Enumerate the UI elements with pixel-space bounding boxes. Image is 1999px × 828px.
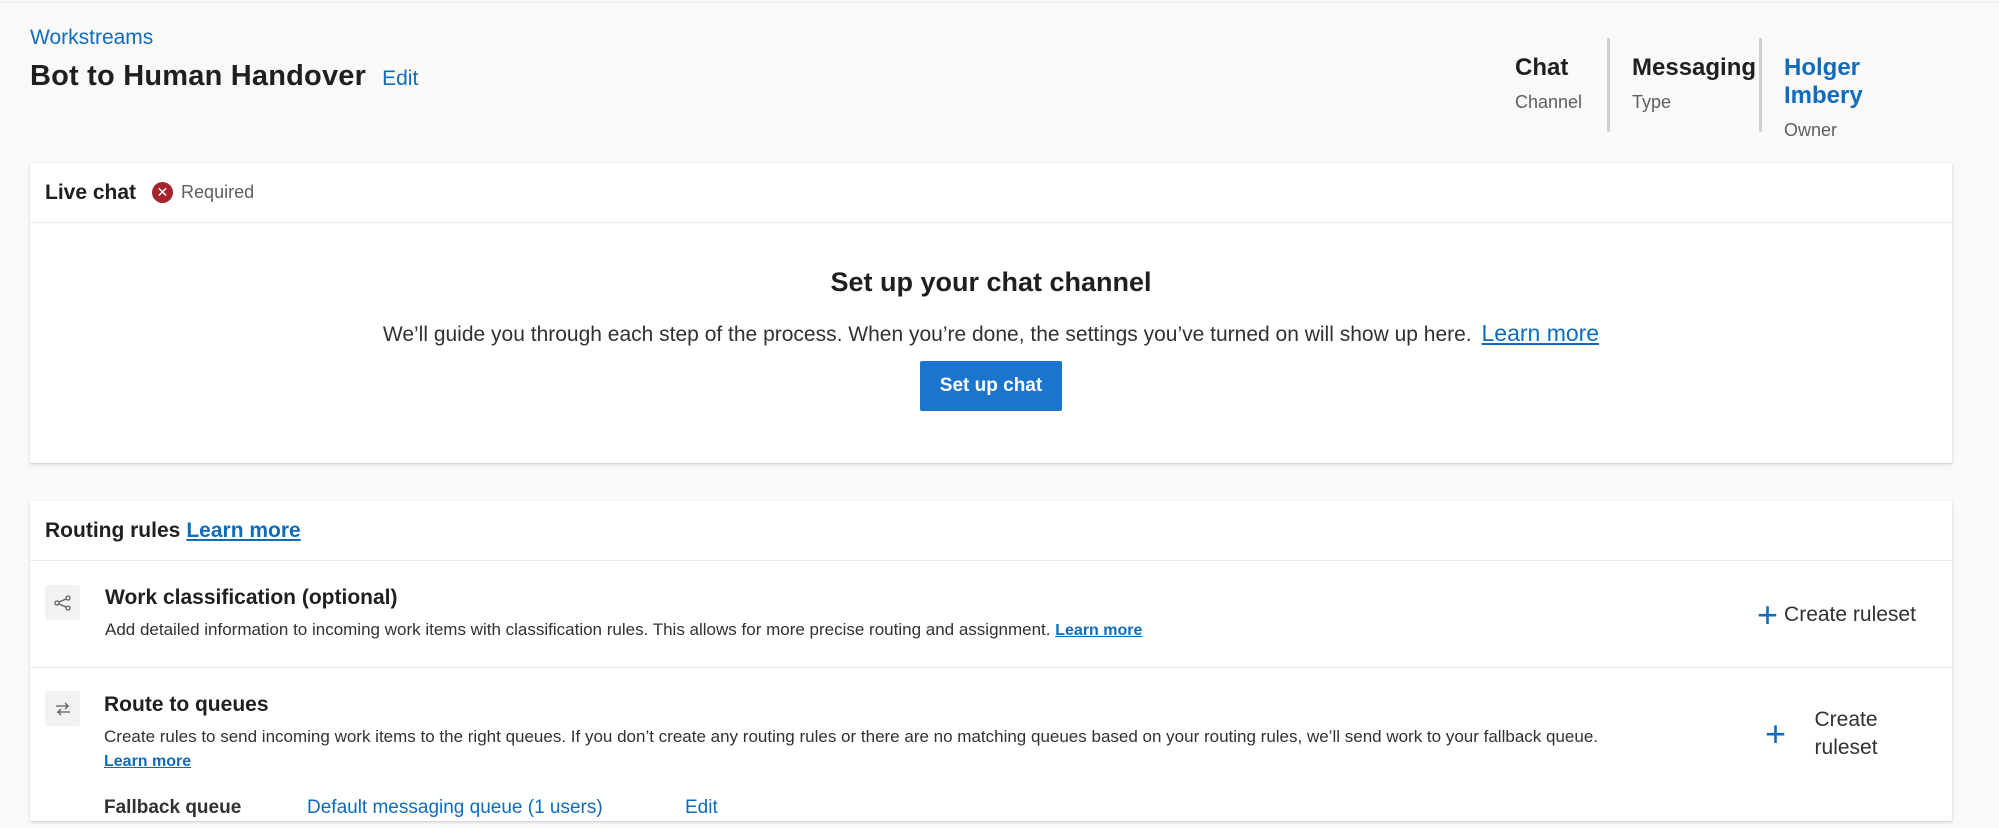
setup-learn-more-link[interactable]: Learn more [1481, 320, 1599, 346]
route-to-queues-row: Route to queues Create rules to send inc… [30, 668, 1952, 828]
routing-learn-more-link[interactable]: Learn more [186, 519, 300, 543]
top-border [0, 0, 1999, 3]
meta-type: Messaging Type [1607, 38, 1759, 132]
setup-title: Set up your chat channel [830, 267, 1152, 297]
work-classification-desc: Add detailed information to incoming wor… [105, 618, 1142, 643]
routing-rules-card: Routing rules Learn more Work classifica… [30, 501, 1952, 821]
setup-chat-button[interactable]: Set up chat [920, 361, 1062, 411]
meta-type-value: Messaging [1632, 54, 1757, 81]
live-chat-header: Live chat ✕ Required [30, 163, 1952, 223]
setup-desc-text: We’ll guide you through each step of the… [382, 323, 1472, 346]
meta-owner: Holger Imbery Owner [1759, 38, 1959, 140]
route-to-queues-title: Route to queues [104, 693, 269, 716]
error-x-icon: ✕ [152, 182, 174, 203]
page-title: Bot to Human Handover [30, 60, 367, 92]
create-ruleset-button-classification[interactable]: + Create ruleset [1757, 594, 1916, 635]
live-chat-title: Live chat [45, 180, 137, 204]
setup-section: Set up your chat channel We’ll guide you… [30, 223, 1952, 411]
fallback-edit-link[interactable]: Edit [685, 797, 718, 819]
route-to-queues-learn-more-link[interactable]: Learn more [104, 753, 191, 770]
live-chat-card: Live chat ✕ Required Set up your chat ch… [30, 163, 1952, 463]
route-arrows-icon [45, 691, 80, 726]
routing-header: Routing rules Learn more [30, 501, 1952, 561]
workstream-meta: Chat Channel Messaging Type Holger Imber… [1515, 38, 1959, 140]
meta-type-label: Type [1632, 92, 1672, 112]
create-ruleset-button-queues[interactable]: + Create ruleset [1765, 706, 1886, 762]
work-classification-learn-more-link[interactable]: Learn more [1055, 622, 1142, 639]
meta-channel-value: Chat [1515, 54, 1569, 81]
plus-icon: + [1765, 713, 1787, 754]
create-ruleset-label: Create ruleset [1814, 708, 1878, 759]
work-classification-desc-text: Add detailed information to incoming wor… [105, 620, 1051, 639]
create-ruleset-label: Create ruleset [1784, 603, 1916, 626]
share-nodes-icon [45, 585, 80, 620]
edit-title-link[interactable]: Edit [382, 67, 418, 91]
setup-description: We’ll guide you through each step of the… [30, 320, 1952, 347]
fallback-queue-label: Fallback queue [104, 797, 242, 818]
fallback-queue-link[interactable]: Default messaging queue (1 users) [307, 797, 603, 819]
work-classification-row: Work classification (optional) Add detai… [30, 561, 1952, 668]
breadcrumb-workstreams[interactable]: Workstreams [30, 26, 153, 50]
meta-owner-label: Owner [1784, 120, 1838, 140]
plus-icon: + [1757, 594, 1779, 635]
routing-title: Routing rules [45, 518, 181, 542]
route-to-queues-desc-text: Create rules to send incoming work items… [104, 727, 1598, 746]
required-status: Required [181, 182, 255, 202]
work-classification-title: Work classification (optional) [105, 586, 398, 609]
title-row: Bot to Human Handover Edit [30, 60, 418, 93]
meta-channel-label: Channel [1515, 92, 1583, 112]
meta-owner-link[interactable]: Holger Imbery [1784, 54, 1937, 110]
route-to-queues-desc: Create rules to send incoming work items… [104, 725, 1784, 774]
meta-channel: Chat Channel [1515, 38, 1607, 132]
